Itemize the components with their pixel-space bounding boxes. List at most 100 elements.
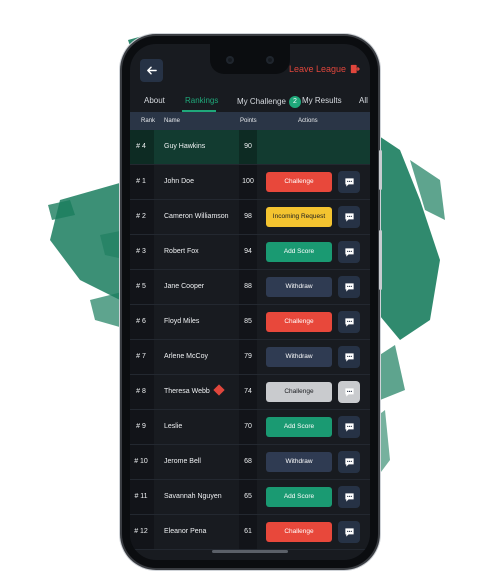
challenge-button[interactable]: Challenge: [266, 312, 332, 332]
alert-icon: [213, 384, 225, 396]
tab-rankings[interactable]: Rankings: [185, 96, 218, 105]
leave-league-label: Leave League: [288, 64, 346, 74]
rank-cell: # 2: [136, 213, 146, 220]
points-cell: 100: [242, 178, 254, 185]
player-name: John Doe: [164, 165, 194, 199]
table-row: # 11 Savannah Nguyen 65 Add Score: [130, 480, 370, 515]
message-icon: [344, 247, 354, 257]
message-button[interactable]: [338, 416, 360, 438]
player-name: Savannah Nguyen: [164, 480, 222, 514]
rank-cell: # 8: [136, 388, 146, 395]
message-button[interactable]: [338, 521, 360, 543]
player-name: Leslie: [164, 410, 182, 444]
message-button[interactable]: [338, 311, 360, 333]
rank-cell: # 3: [136, 248, 146, 255]
volume-button: [379, 230, 382, 290]
rank-cell: # 10: [134, 458, 148, 465]
challenge-button[interactable]: Challenge: [266, 172, 332, 192]
challenge-button[interactable]: Challenge: [266, 522, 332, 542]
rank-cell: # 4: [136, 143, 146, 150]
withdraw-button[interactable]: Withdraw: [266, 347, 332, 367]
message-button[interactable]: [338, 486, 360, 508]
rank-cell: # 9: [136, 423, 146, 430]
message-button[interactable]: [338, 346, 360, 368]
actions-header: Actions: [298, 118, 318, 124]
player-name-text: Guy Hawkins: [164, 143, 206, 150]
home-indicator: [212, 550, 288, 553]
back-button[interactable]: [140, 59, 163, 82]
points-cell: 88: [244, 283, 252, 290]
disabled-button: Challenge: [266, 382, 332, 402]
points-cell: 90: [244, 143, 252, 150]
rank-cell: # 7: [136, 353, 146, 360]
table-row: # 8 Theresa Webb 74 Challenge: [130, 375, 370, 410]
player-name: Guy Hawkins: [164, 130, 205, 164]
rank-cell: # 12: [134, 528, 148, 535]
table-row: # 7 Arlene McCoy 79 Withdraw: [130, 340, 370, 375]
tab-all[interactable]: All: [359, 96, 368, 105]
camera-icon: [226, 56, 234, 64]
points-cell: 79: [244, 353, 252, 360]
points-cell: 74: [244, 388, 252, 395]
points-cell: 68: [244, 458, 252, 465]
table-row: # 9 Leslie 70 Add Score: [130, 410, 370, 445]
tab-bar: About Rankings My Challenge 2 My Results …: [130, 94, 370, 112]
rank-header: Rank: [141, 118, 156, 124]
player-name-text: Cameron Williamson: [164, 213, 229, 220]
message-icon: [344, 352, 354, 362]
tab-my-challenge-label: My Challenge: [237, 97, 286, 107]
table-row: # 2 Cameron Williamson 98 Incoming Request: [130, 200, 370, 235]
message-button[interactable]: [338, 241, 360, 263]
points-cell: 98: [244, 213, 252, 220]
tab-my-results[interactable]: My Results: [302, 96, 342, 105]
message-button[interactable]: [338, 206, 360, 228]
points-cell: 65: [244, 493, 252, 500]
message-icon: [344, 212, 354, 222]
incoming-button[interactable]: Incoming Request: [266, 207, 332, 227]
arrow-left-icon: [147, 66, 157, 75]
message-icon: [344, 457, 354, 467]
player-name-text: Leslie: [164, 423, 183, 430]
challenge-count-badge: 2: [288, 96, 301, 108]
table-row: # 10 Jerome Bell 68 Withdraw: [130, 445, 370, 480]
player-name: Cameron Williamson: [164, 200, 229, 234]
add-score-button[interactable]: Add Score: [266, 417, 332, 437]
tab-about[interactable]: About: [144, 96, 165, 105]
player-name-text: Jane Cooper: [164, 283, 205, 290]
exit-icon: [350, 64, 360, 74]
player-name-text: Savannah Nguyen: [164, 493, 222, 500]
player-name-text: Jerome Bell: [164, 458, 201, 465]
message-icon: [344, 177, 354, 187]
table-row: # 5 Jane Cooper 88 Withdraw: [130, 270, 370, 305]
tab-my-challenge[interactable]: My Challenge 2: [237, 96, 301, 108]
withdraw-button[interactable]: Withdraw: [266, 277, 332, 297]
rank-cell: # 6: [136, 318, 146, 325]
name-header: Name: [164, 118, 181, 124]
player-name-text: John Doe: [164, 178, 194, 185]
player-name: Floyd Miles: [164, 305, 199, 339]
points-cell: 70: [244, 423, 252, 430]
message-icon: [344, 282, 354, 292]
rank-cell: # 1: [136, 178, 146, 185]
power-button: [379, 150, 382, 190]
points-cell: 94: [244, 248, 252, 255]
rank-cell: # 11: [134, 493, 148, 500]
withdraw-button[interactable]: Withdraw: [266, 452, 332, 472]
current-user-row: # 4 Guy Hawkins 90: [130, 130, 370, 165]
message-icon: [344, 422, 354, 432]
rank-cell: # 5: [136, 283, 146, 290]
add-score-button[interactable]: Add Score: [266, 242, 332, 262]
leave-league-link[interactable]: Leave League: [289, 64, 360, 74]
add-score-button[interactable]: Add Score: [266, 487, 332, 507]
message-button[interactable]: [338, 171, 360, 193]
camera-icon: [266, 56, 274, 64]
player-name-text: Eleanor Pena: [164, 528, 207, 535]
message-button[interactable]: [338, 451, 360, 473]
player-name: Robert Fox: [164, 235, 199, 269]
player-name: Theresa Webb: [164, 375, 225, 409]
message-button[interactable]: [338, 276, 360, 298]
player-name-text: Arlene McCoy: [164, 353, 208, 360]
table-row: # 3 Robert Fox 94 Add Score: [130, 235, 370, 270]
rankings-table: # 4 Guy Hawkins 90 # 1 John Doe 100 Challenge #…: [130, 130, 370, 550]
message-button[interactable]: [338, 381, 360, 403]
